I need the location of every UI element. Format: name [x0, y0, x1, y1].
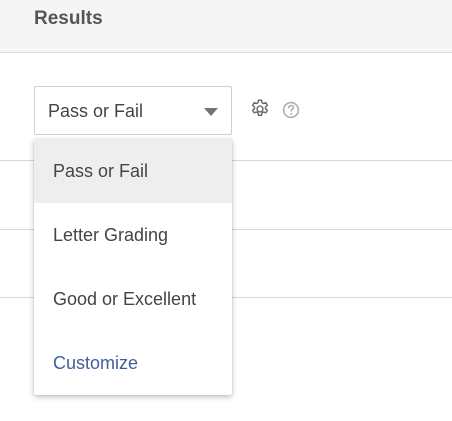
grading-type-dropdown-menu: Pass or Fail Letter Grading Good or Exce… [34, 139, 232, 395]
grading-type-value: Pass or Fail [48, 101, 144, 121]
caret-down-icon [204, 108, 218, 116]
menu-item-customize[interactable]: Customize [34, 331, 232, 395]
gear-icon[interactable] [249, 98, 271, 120]
question-circle-icon[interactable] [282, 101, 300, 119]
grading-type-select[interactable]: Pass or Fail [34, 86, 232, 135]
page-title: Results [34, 8, 103, 29]
results-header: Results [0, 0, 452, 53]
menu-item-good-or-excellent[interactable]: Good or Excellent [34, 267, 232, 331]
menu-item-pass-or-fail[interactable]: Pass or Fail [34, 139, 232, 203]
menu-item-letter-grading[interactable]: Letter Grading [34, 203, 232, 267]
